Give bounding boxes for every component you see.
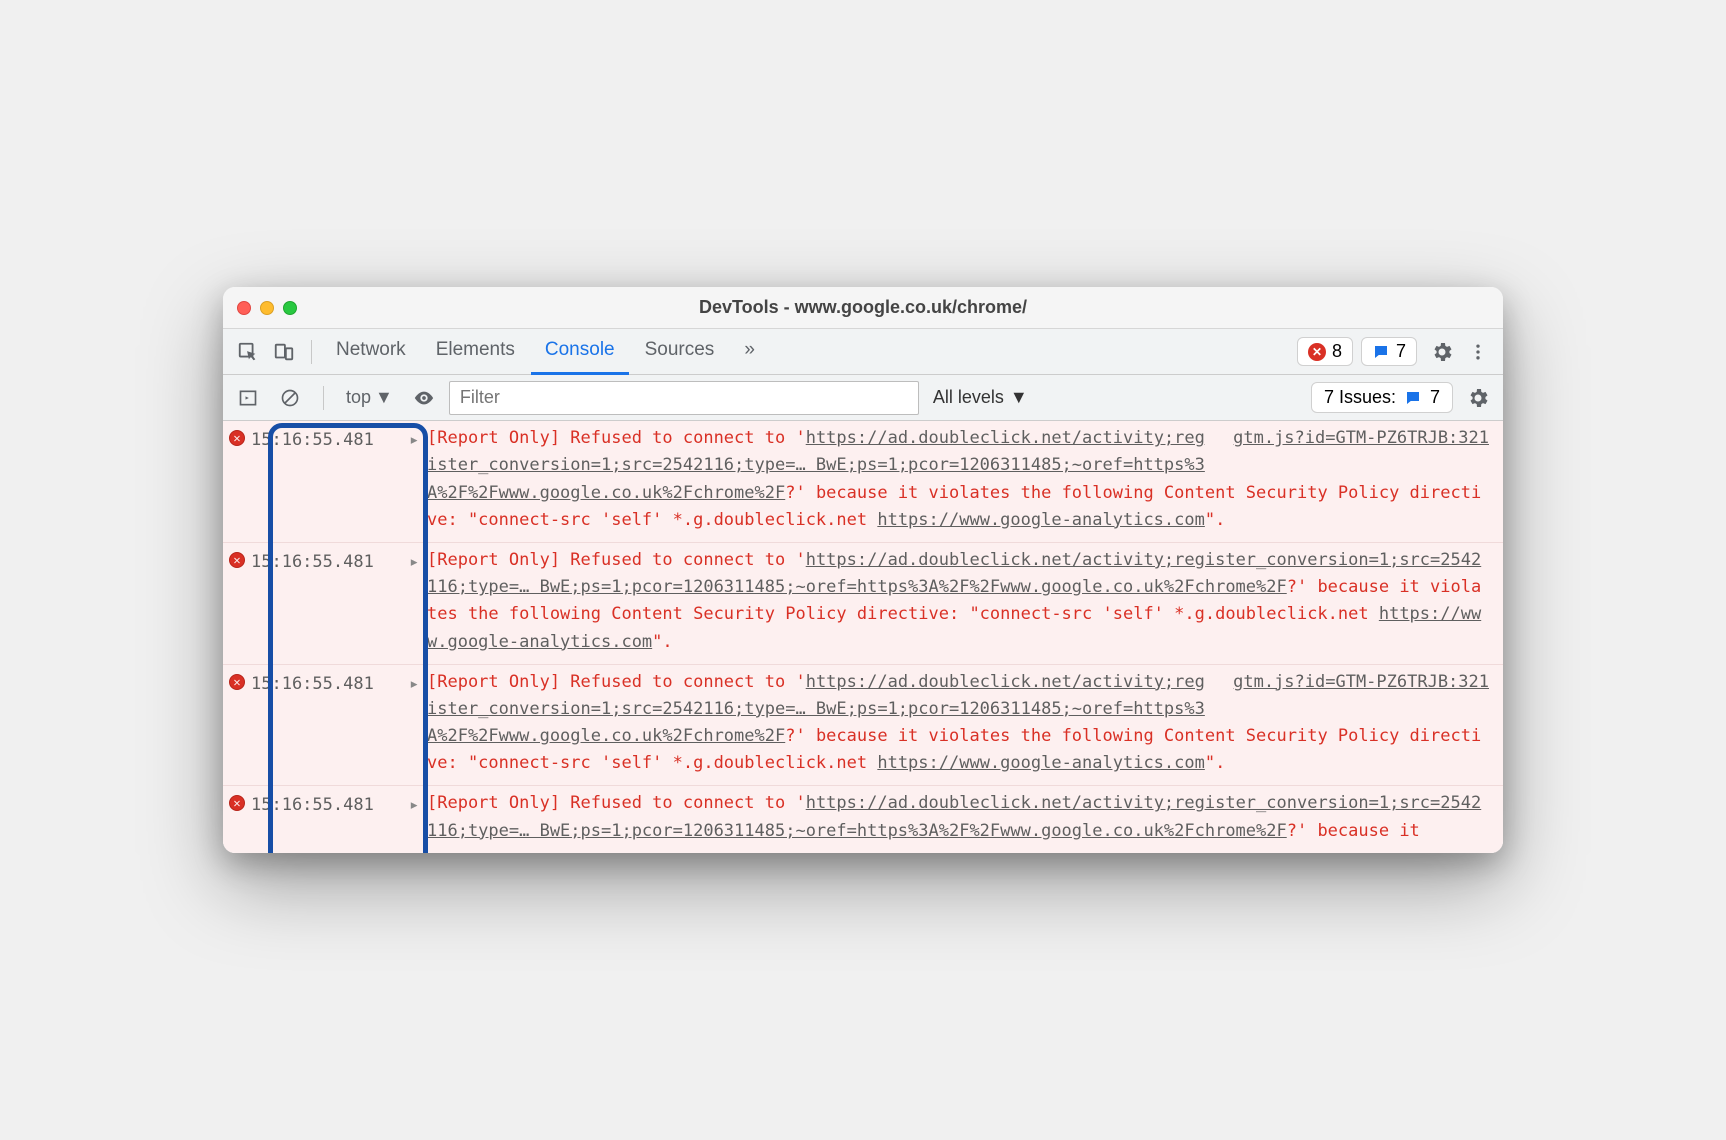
console-message: ✕15:16:55.481▸[Report Only] Refused to c… <box>223 542 1503 664</box>
tab-elements[interactable]: Elements <box>422 329 529 375</box>
expand-icon[interactable]: ▸ <box>409 790 427 819</box>
url-link[interactable]: https://www.google-analytics.com <box>877 753 1205 773</box>
source-link[interactable]: gtm.js?id=GTM-PZ6TRJB:321 <box>1233 425 1489 452</box>
message-count: 7 <box>1396 341 1406 362</box>
text-segment: [Report Only] Refused to connect to ' <box>427 672 806 692</box>
chevron-down-icon: ▼ <box>375 387 393 408</box>
url-link[interactable]: https://www.google-analytics.com <box>877 510 1205 530</box>
text-segment: ". <box>1205 753 1225 773</box>
window-title: DevTools - www.google.co.uk/chrome/ <box>699 297 1027 318</box>
issues-button[interactable]: 7 Issues: 7 <box>1311 382 1453 413</box>
console-settings-icon[interactable] <box>1461 381 1495 415</box>
traffic-lights <box>237 301 297 315</box>
timestamp: 15:16:55.481 <box>251 790 409 819</box>
titlebar: DevTools - www.google.co.uk/chrome/ <box>223 287 1503 329</box>
message-text: [Report Only] Refused to connect to 'htt… <box>427 547 1503 656</box>
error-icon: ✕ <box>223 669 251 690</box>
maximize-button[interactable] <box>283 301 297 315</box>
context-label: top <box>346 387 371 408</box>
text-segment: ". <box>652 632 672 652</box>
message-text: gtm.js?id=GTM-PZ6TRJB:321 [Report Only] R… <box>427 669 1503 778</box>
message-text: gtm.js?id=GTM-PZ6TRJB:321 [Report Only] R… <box>427 425 1503 534</box>
console-message: ✕15:16:55.481▸[Report Only] Refused to c… <box>223 785 1503 852</box>
timestamp: 15:16:55.481 <box>251 425 409 454</box>
expand-icon[interactable]: ▸ <box>409 547 427 576</box>
timestamp: 15:16:55.481 <box>251 669 409 698</box>
clear-console-icon[interactable] <box>273 381 307 415</box>
error-badge[interactable]: ✕ 8 <box>1297 337 1353 366</box>
error-icon: ✕ <box>1308 343 1326 361</box>
source-link[interactable]: gtm.js?id=GTM-PZ6TRJB:321 <box>1233 669 1489 696</box>
tab-network[interactable]: Network <box>322 329 420 375</box>
error-count: 8 <box>1332 341 1342 362</box>
separator <box>323 386 324 410</box>
message-icon <box>1404 389 1422 407</box>
inspect-icon[interactable] <box>231 335 265 369</box>
log-levels-selector[interactable]: All levels ▼ <box>927 387 1034 408</box>
kebab-icon[interactable] <box>1461 335 1495 369</box>
console-message: ✕15:16:55.481▸ gtm.js?id=GTM-PZ6TRJB:321 [… <box>223 664 1503 786</box>
text-segment: [Report Only] Refused to connect to ' <box>427 550 806 570</box>
live-expression-icon[interactable] <box>407 381 441 415</box>
expand-icon[interactable]: ▸ <box>409 669 427 698</box>
console-toolbar: top ▼ All levels ▼ 7 Issues: 7 <box>223 375 1503 421</box>
error-icon: ✕ <box>223 425 251 446</box>
sidebar-toggle-icon[interactable] <box>231 381 265 415</box>
context-selector[interactable]: top ▼ <box>340 383 399 412</box>
minimize-button[interactable] <box>260 301 274 315</box>
message-icon <box>1372 343 1390 361</box>
separator <box>311 340 312 364</box>
message-badge[interactable]: 7 <box>1361 337 1417 366</box>
console-messages: ✕15:16:55.481▸gtm.js?id=GTM-PZ6TRJB:321[… <box>223 421 1503 853</box>
device-toggle-icon[interactable] <box>267 335 301 369</box>
error-icon: ✕ <box>223 547 251 568</box>
chevron-down-icon: ▼ <box>1010 387 1028 408</box>
console-message: ✕15:16:55.481▸ gtm.js?id=GTM-PZ6TRJB:321 [… <box>223 421 1503 542</box>
issues-count: 7 <box>1430 387 1440 408</box>
text-segment: [Report Only] Refused to connect to ' <box>427 793 806 813</box>
more-tabs[interactable]: » <box>730 329 769 375</box>
devtools-window: DevTools - www.google.co.uk/chrome/ Netw… <box>223 287 1503 853</box>
issues-label: 7 Issues: <box>1324 387 1396 408</box>
levels-label: All levels <box>933 387 1004 408</box>
filter-input[interactable] <box>449 381 919 415</box>
main-tabbar: NetworkElementsConsoleSources » ✕ 8 7 <box>223 329 1503 375</box>
error-icon: ✕ <box>223 790 251 811</box>
close-button[interactable] <box>237 301 251 315</box>
timestamp: 15:16:55.481 <box>251 547 409 576</box>
message-text: [Report Only] Refused to connect to 'htt… <box>427 790 1503 844</box>
text-segment: ". <box>1205 510 1225 530</box>
text-segment: [Report Only] Refused to connect to ' <box>427 428 806 448</box>
tab-sources[interactable]: Sources <box>631 329 729 375</box>
tab-console[interactable]: Console <box>531 329 629 375</box>
settings-icon[interactable] <box>1425 335 1459 369</box>
text-segment: ?' because it <box>1287 821 1420 841</box>
expand-icon[interactable]: ▸ <box>409 425 427 454</box>
